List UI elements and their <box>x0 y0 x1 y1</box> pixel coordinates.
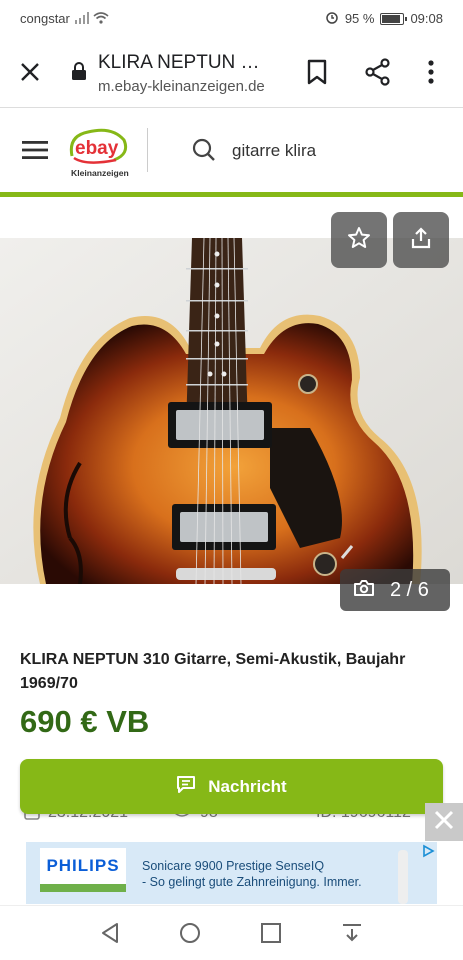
battery-percent: 95 % <box>344 11 375 26</box>
close-icon[interactable] <box>20 62 40 87</box>
page-url[interactable]: m.ebay-kleinanzeigen.de <box>98 78 265 95</box>
listing-photo[interactable] <box>0 238 463 584</box>
alarm-icon <box>325 10 339 27</box>
listing-title: KLIRA NEPTUN 310 Gitarre, Semi-Akustik, … <box>20 651 406 692</box>
search-icon[interactable] <box>192 138 216 167</box>
page-title[interactable]: KLIRA NEPTUN … <box>98 52 260 74</box>
philips-logo: PHILIPS <box>40 848 126 884</box>
lock-icon <box>72 62 86 85</box>
back-icon[interactable] <box>99 922 121 949</box>
notification-pulldown-icon[interactable] <box>341 922 363 949</box>
more-menu-icon[interactable] <box>427 60 435 89</box>
site-header: ebay Kleinanzeigen gitarre klira <box>0 108 463 194</box>
close-ad-button[interactable] <box>425 803 463 841</box>
bookmark-icon[interactable] <box>306 59 328 90</box>
hamburger-menu-icon[interactable] <box>22 140 48 165</box>
ebay-kleinanzeigen-logo[interactable]: ebay Kleinanzeigen <box>66 126 130 180</box>
browser-toolbar: KLIRA NEPTUN … m.ebay-kleinanzeigen.de <box>0 36 463 108</box>
carrier-label: congstar <box>20 11 70 26</box>
message-button-label: Nachricht <box>208 776 287 796</box>
logo-text-bottom: Kleinanzeigen <box>71 168 129 178</box>
advertisement-banner[interactable]: PHILIPS Sonicare 9900 Prestige SenseIQ -… <box>26 842 437 904</box>
system-navigation-bar <box>0 905 463 960</box>
header-accent-bar <box>0 192 463 197</box>
star-icon <box>347 226 371 255</box>
battery-icon <box>380 12 408 25</box>
upload-share-icon <box>409 226 433 255</box>
home-icon[interactable] <box>179 922 201 949</box>
logo-text-top: ebay <box>75 138 119 159</box>
message-button[interactable]: Nachricht <box>20 759 443 814</box>
camera-icon <box>354 579 374 602</box>
toothbrush-image <box>398 850 408 904</box>
search-input[interactable]: gitarre klira <box>232 141 316 161</box>
banner-line-1: Sonicare 9900 Prestige SenseIQ <box>142 859 325 873</box>
clock: 09:08 <box>410 11 443 26</box>
listing-price: 690 € VB <box>20 704 150 739</box>
gallery-counter-text: 2 / 6 <box>390 578 429 601</box>
status-bar: congstar 95 % 09:08 <box>0 0 463 36</box>
banner-stripe <box>40 884 126 892</box>
wifi-icon <box>93 11 109 29</box>
signal-icon <box>75 11 89 29</box>
header-divider <box>147 128 148 172</box>
share-icon[interactable] <box>364 58 392 91</box>
recents-icon[interactable] <box>260 922 282 949</box>
gallery-counter[interactable]: 2 / 6 <box>340 569 450 611</box>
favorite-button[interactable] <box>331 212 387 268</box>
status-right: 95 % 09:08 <box>325 10 443 27</box>
message-icon <box>176 775 196 798</box>
close-ad-icon <box>434 810 454 835</box>
adchoices-icon[interactable] <box>421 844 435 863</box>
share-listing-button[interactable] <box>393 212 449 268</box>
banner-line-2: - So gelingt gute Zahnreinigung. Immer. <box>142 875 362 889</box>
